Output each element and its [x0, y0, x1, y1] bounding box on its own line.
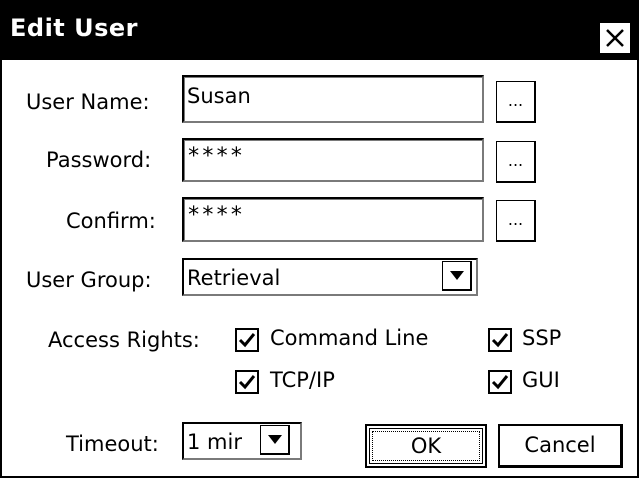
timeout-dropdown[interactable]: 1 mir [182, 422, 302, 460]
cancel-button[interactable]: Cancel [498, 424, 623, 468]
checkmark-icon [238, 333, 256, 348]
checkmark-icon [491, 333, 509, 348]
user-group-dropdown-button[interactable] [442, 261, 472, 291]
close-button[interactable] [599, 22, 631, 54]
timeout-dropdown-button[interactable] [260, 425, 290, 455]
close-icon [606, 29, 624, 47]
user-group-dropdown[interactable]: Retrieval [182, 258, 478, 296]
user-group-label: User Group: [26, 268, 152, 292]
tcp-ip-label: TCP/IP [270, 368, 335, 392]
confirm-label: Confirm: [66, 209, 156, 233]
user-name-label: User Name: [26, 90, 150, 114]
user-name-field[interactable]: Susan [182, 75, 484, 123]
edit-user-dialog: Edit User User Name: Susan ... Password:… [0, 0, 639, 478]
timeout-value: 1 mir [187, 430, 242, 454]
tcp-ip-checkbox[interactable] [235, 370, 259, 394]
password-browse-button[interactable]: ... [496, 141, 536, 183]
timeout-label: Timeout: [66, 432, 159, 456]
dialog-title: Edit User [10, 14, 139, 42]
checkmark-icon [491, 375, 509, 390]
confirm-field[interactable]: **** [182, 197, 484, 242]
checkmark-icon [238, 375, 256, 390]
command-line-label: Command Line [270, 326, 429, 350]
command-line-checkbox[interactable] [235, 328, 259, 352]
confirm-browse-button[interactable]: ... [496, 200, 536, 242]
chevron-down-icon [268, 435, 282, 444]
ssp-label: SSP [522, 326, 562, 350]
ok-button[interactable]: OK [365, 424, 487, 468]
title-bar[interactable]: Edit User [2, 2, 637, 60]
password-field[interactable]: **** [182, 138, 484, 182]
user-group-value: Retrieval [187, 266, 281, 290]
user-name-browse-button[interactable]: ... [496, 81, 536, 123]
access-rights-label: Access Rights: [48, 328, 200, 352]
chevron-down-icon [450, 271, 464, 280]
gui-checkbox[interactable] [488, 370, 512, 394]
password-label: Password: [46, 148, 152, 172]
ok-button-label: OK [372, 431, 480, 461]
gui-label: GUI [522, 368, 560, 392]
ssp-checkbox[interactable] [488, 328, 512, 352]
